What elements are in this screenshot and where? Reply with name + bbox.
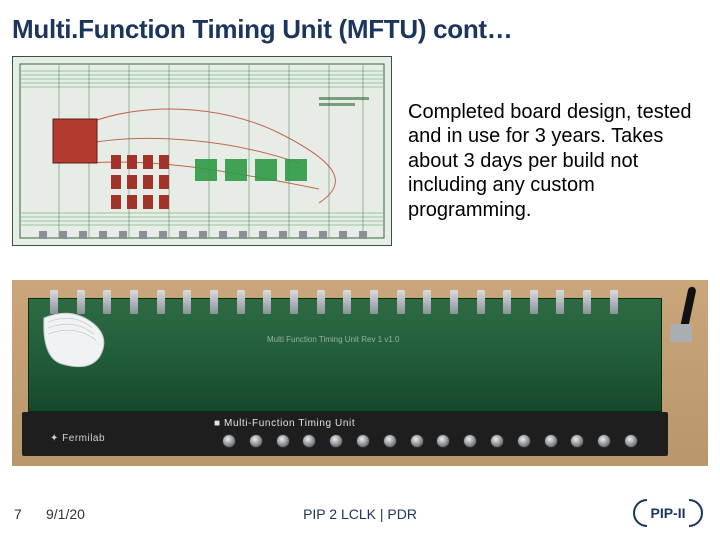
photo-antenna xyxy=(666,286,700,342)
pcb-layout-svg xyxy=(19,63,385,239)
content-row: Completed board design, tested and in us… xyxy=(12,56,708,246)
pcb-layout-image xyxy=(12,56,392,246)
photo-bottom-connectors xyxy=(222,434,638,448)
assembled-board-photo: Multi Function Timing Unit Rev 1 v1.0 ✦ … xyxy=(12,280,708,466)
photo-top-connectors xyxy=(50,290,618,318)
slide-description: Completed board design, tested and in us… xyxy=(408,56,708,222)
slide-title: Multi.Function Timing Unit (MFTU) cont… xyxy=(12,14,513,45)
photo-panel-brand: ✦ Fermilab xyxy=(50,433,105,444)
photo-silkscreen-text: Multi Function Timing Unit Rev 1 v1.0 xyxy=(267,335,400,344)
photo-panel-label: ■ Multi-Function Timing Unit xyxy=(214,418,355,429)
presentation-slide: Multi.Function Timing Unit (MFTU) cont… xyxy=(0,0,720,540)
pip-ii-logo-icon: PIP-II xyxy=(632,498,704,528)
slide-footer: 7 9/1/20 PIP 2 LCLK | PDR PIP-II xyxy=(0,494,720,528)
footer-logo: PIP-II xyxy=(632,498,704,528)
footer-center-text: PIP 2 LCLK | PDR xyxy=(0,506,720,522)
footer-logo-text: PIP-II xyxy=(650,505,685,521)
photo-ribbon-cable xyxy=(40,312,114,372)
